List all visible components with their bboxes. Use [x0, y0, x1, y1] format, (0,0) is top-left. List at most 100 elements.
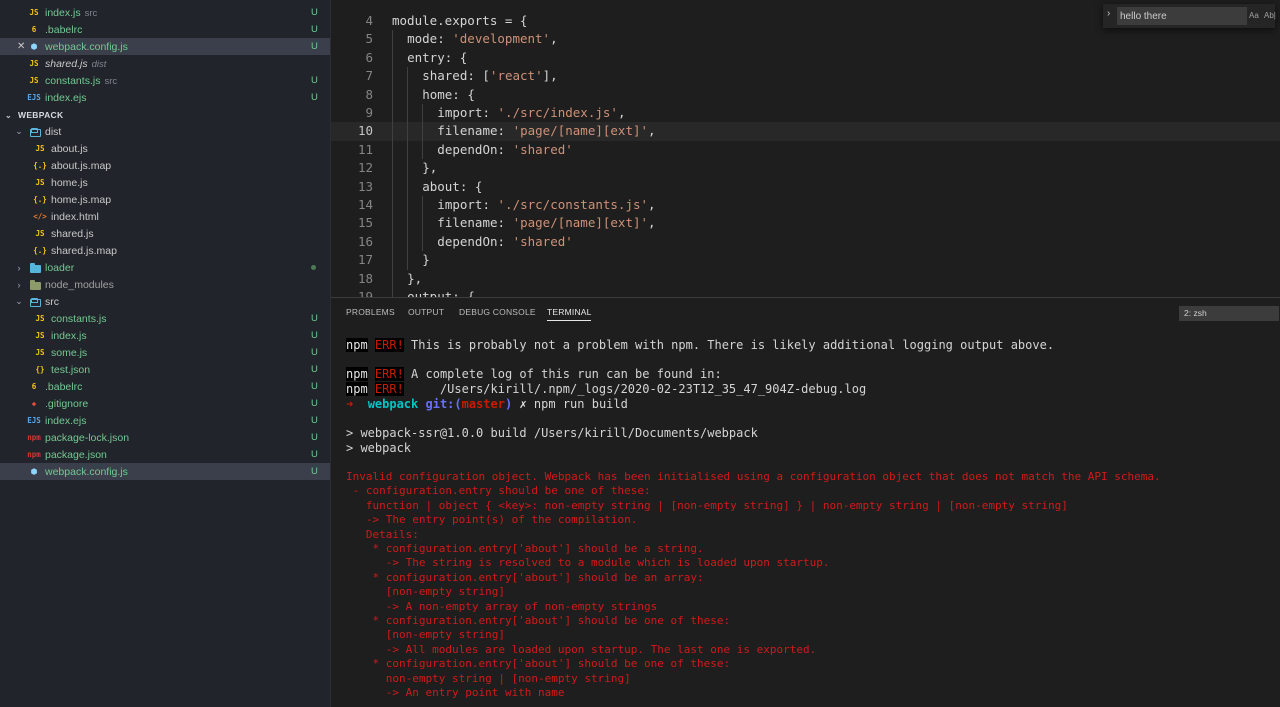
open-editor-item[interactable]: EJS index.ejs U [0, 89, 330, 106]
tree-file[interactable]: {.} shared.js.map [0, 242, 330, 259]
code-line[interactable]: 6 entry: { [331, 48, 1280, 68]
js-file-icon: JS [35, 331, 45, 340]
tree-file[interactable]: JS about.js [0, 140, 330, 157]
tree-file[interactable]: JS home.js [0, 174, 330, 191]
file-name: some.js [51, 346, 88, 359]
file-name: shared.js [51, 227, 94, 240]
tab-terminal[interactable]: TERMINAL [547, 307, 592, 317]
code-line[interactable]: 13 about: { [331, 177, 1280, 196]
tree-file[interactable]: {} test.json U [0, 361, 330, 378]
code-text: filename: 'page/[name][ext]', [437, 123, 656, 139]
terminal-line: npm ERR! This is probably not a problem … [346, 338, 1055, 352]
file-folder-hint: dist [91, 58, 107, 70]
file-name: about.js [51, 142, 88, 155]
file-name: webpack.config.js [45, 465, 128, 478]
open-editor-item[interactable]: JS shared.js dist [0, 55, 330, 72]
tree-file[interactable]: JS index.js U [0, 327, 330, 344]
tree-file[interactable]: {.} home.js.map [0, 191, 330, 208]
file-name: loader [45, 261, 75, 274]
ejs-file-icon: EJS [27, 416, 41, 425]
tree-folder[interactable]: ⌄ dist [0, 123, 330, 140]
terminal-error-line: Details: [346, 527, 419, 541]
tree-file[interactable]: EJS index.ejs U [0, 412, 330, 429]
js-file-icon: JS [35, 314, 45, 323]
code-line[interactable]: 7 shared: ['react'], [331, 67, 1280, 86]
tree-file[interactable]: </> index.html [0, 208, 330, 225]
indent-guide [392, 122, 393, 141]
html-file-icon: </> [33, 212, 47, 221]
code-line[interactable]: 9 import: './src/index.js', [331, 104, 1280, 123]
tree-folder[interactable]: › loader [0, 259, 330, 276]
chevron-right-icon: › [17, 262, 21, 273]
code-line[interactable]: 14 import: './src/constants.js', [331, 196, 1280, 215]
code-line[interactable]: 18}, [331, 269, 1280, 288]
tree-file[interactable]: JS some.js U [0, 344, 330, 361]
tree-file[interactable]: npm package-lock.json U [0, 429, 330, 446]
git-modified-dot [311, 265, 316, 270]
tab-debug-console[interactable]: DEBUG CONSOLE [459, 307, 536, 317]
open-editor-item[interactable]: 6 .babelrc U [0, 21, 330, 38]
js-file-icon: JS [35, 229, 45, 238]
babel-file-icon: 6 [31, 25, 37, 34]
line-number: 8 [365, 86, 373, 102]
git-status-badge: U [311, 347, 318, 358]
whole-word-icon[interactable]: Ab| [1264, 11, 1276, 20]
git-status-badge: U [311, 92, 318, 103]
code-line[interactable]: 15 filename: 'page/[name][ext]', [331, 214, 1280, 233]
tree-file[interactable]: JS constants.js U [0, 310, 330, 327]
active-tab-indicator [547, 320, 591, 321]
tree-file[interactable]: ⬢ webpack.config.js U [0, 463, 330, 480]
webpack-file-icon: ⬢ [30, 42, 38, 51]
code-line[interactable]: 16 dependOn: 'shared' [331, 232, 1280, 252]
indent-guide [392, 67, 393, 86]
file-name: .babelrc [45, 380, 83, 393]
workspace-section-header[interactable]: ⌄ WEBPACK [0, 107, 330, 123]
indent-guide [407, 177, 409, 196]
tree-file[interactable]: {.} about.js.map [0, 157, 330, 174]
git-status-badge: U [311, 415, 318, 426]
indent-guide [407, 67, 409, 86]
file-name: home.js [51, 176, 88, 189]
npm-file-icon: npm [27, 433, 41, 442]
code-line[interactable]: 8 home: { [331, 85, 1280, 104]
open-editor-item[interactable]: JS constants.js src U [0, 72, 330, 89]
indent-guide [422, 122, 424, 141]
tree-folder[interactable]: › node_modules [0, 276, 330, 293]
code-line[interactable]: 11 dependOn: 'shared' [331, 140, 1280, 160]
indent-guide [422, 232, 424, 252]
terminal-error-line: * configuration.entry['about'] should be… [346, 542, 704, 555]
code-line[interactable]: 12}, [331, 159, 1280, 178]
map-file-icon: {.} [33, 246, 47, 255]
code-editor[interactable]: 4 module.exports = {5 mode: 'development',… [331, 0, 1280, 297]
tree-folder[interactable]: ⌄ src [0, 293, 330, 310]
terminal-error-line: -> The entry point(s) of the compilation… [346, 513, 638, 527]
git-file-icon: ◆ [31, 399, 37, 408]
git-status-badge: U [311, 398, 318, 409]
terminal-select[interactable]: 2: zsh [1179, 306, 1279, 321]
code-line[interactable]: 10 filename: 'page/[name][ext]', [331, 122, 1280, 141]
file-name: index.js [51, 329, 87, 342]
tree-file[interactable]: 6 .babelrc U [0, 378, 330, 395]
git-status-badge: U [311, 466, 318, 477]
line-number: 15 [357, 215, 373, 231]
tree-file[interactable]: JS shared.js [0, 225, 330, 242]
tree-file[interactable]: npm package.json U [0, 446, 330, 463]
tree-file[interactable]: ◆ .gitignore U [0, 395, 330, 412]
open-editor-item[interactable]: ✕ ⬢ webpack.config.js U [0, 38, 330, 55]
match-case-icon[interactable]: Aa [1249, 11, 1259, 20]
close-icon[interactable]: ✕ [17, 41, 25, 52]
toggle-replace-icon[interactable]: › [1107, 8, 1110, 19]
explorer-sidebar: JS index.js src U 6 .babelrc U ✕ ⬢ webpack.config… [0, 0, 331, 707]
tab-problems[interactable]: PROBLEMS [346, 307, 395, 317]
code-line[interactable]: 5 mode: 'development', [331, 30, 1280, 49]
code-line[interactable]: 17} [331, 251, 1280, 270]
terminal-line: > webpack [346, 441, 412, 455]
chevron-down-icon: ⌄ [15, 296, 23, 306]
terminal-error-line: * configuration.entry['about'] should be… [346, 570, 704, 584]
tab-output[interactable]: OUTPUT [408, 307, 444, 317]
line-number: 19 [357, 289, 373, 297]
find-input[interactable] [1117, 7, 1247, 25]
open-editor-item[interactable]: JS index.js src U [0, 4, 330, 21]
file-name: test.json [51, 363, 91, 376]
code-line[interactable]: 19 output: { [331, 288, 1280, 297]
